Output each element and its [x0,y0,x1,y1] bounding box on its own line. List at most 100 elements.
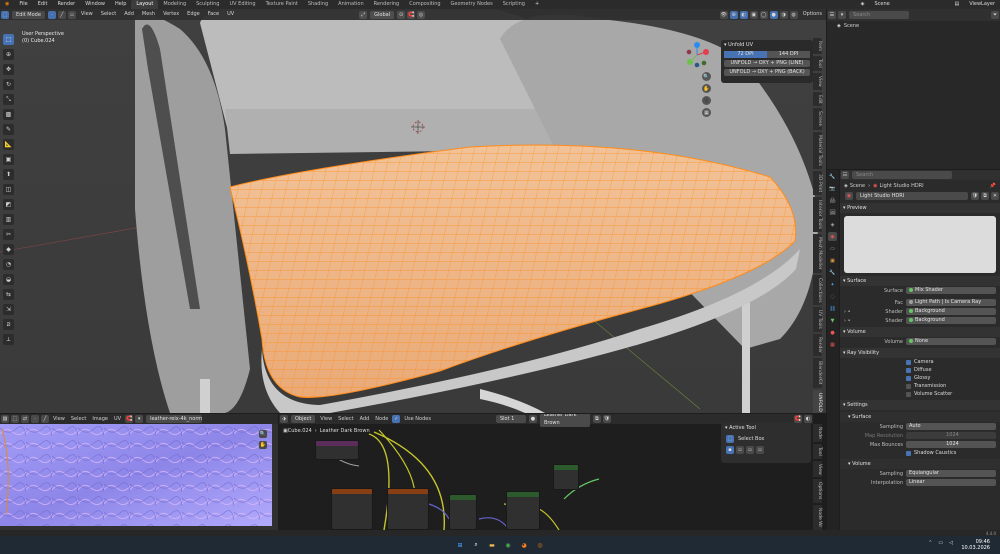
xray-toggle-icon[interactable]: ▣ [749,10,758,19]
tool-properties-icon[interactable]: 🔧 [828,172,837,181]
viewlayer-selector[interactable]: ViewLayer [964,0,1000,9]
visibility-icon[interactable]: 👁 [719,10,728,19]
tab-uv-tools[interactable]: UV Tools [813,307,822,333]
rotate-tool-icon[interactable]: ↻ [3,79,14,90]
editor-type-3d-icon[interactable]: ⬚ [1,10,9,19]
shear-tool-icon[interactable]: ⧄ [3,319,14,330]
shading-rendered-icon[interactable]: ◍ [789,10,798,19]
add-cube-tool-icon[interactable]: ▣ [3,154,14,165]
transform-tool-icon[interactable]: ▩ [3,109,14,120]
output-properties-icon[interactable]: 🖨 [828,196,837,205]
3d-viewport[interactable]: ⬚ Edit Mode · ╱ ▫ View Select Add Mesh V… [0,9,826,413]
physics-properties-icon[interactable]: ◌ [828,292,837,301]
material-browse-icon[interactable]: ● [528,415,537,423]
workspace-tab-scripting[interactable]: Scripting [498,0,530,9]
settings-surface-subpanel[interactable]: ▾ Surface [840,412,1000,422]
proportional-edit-icon[interactable]: ◎ [417,10,426,19]
node-menu-select[interactable]: Select [335,414,356,424]
node-tab-options[interactable]: Options [813,479,822,503]
move-tool-icon[interactable]: ✥ [3,64,14,75]
edge-slide-tool-icon[interactable]: ⇆ [3,289,14,300]
workspace-tab-modeling[interactable]: Modeling [158,0,191,9]
settings-panel-header[interactable]: ▾ Settings [840,400,1000,410]
start-menu-icon[interactable]: ⊞ [455,540,465,550]
node-tab-tool[interactable]: Tool [813,443,822,459]
menu-file[interactable]: File [14,0,32,9]
editor-type-properties-icon[interactable]: ☷ [841,171,849,179]
image-editor[interactable]: ▨ ⬚ ⇄ · ╱ View Select Image UV 🧲 ▾ leath… [0,414,278,530]
editor-type-image-icon[interactable]: ▨ [1,415,9,423]
blender-logo-icon[interactable]: ◉ [0,0,14,9]
workspace-tab-shading[interactable]: Shading [303,0,333,9]
tab-material-tools[interactable]: Material Tools [813,131,822,169]
dpi-144-option[interactable]: 144 DPI [767,51,810,58]
menu-window[interactable]: Window [80,0,110,9]
image-menu-image[interactable]: Image [89,414,111,424]
workspace-tab-rendering[interactable]: Rendering [369,0,405,9]
view-layer-properties-icon[interactable]: 🖼 [828,208,837,217]
image-browse-icon[interactable]: ▾ [135,415,144,423]
constraint-properties-icon[interactable]: ⛓ [828,304,837,313]
breadcrumb-world[interactable]: Light Studio HDRI [879,183,923,189]
world-fake-user-icon[interactable]: 🛡 [971,192,979,200]
tab-unfold[interactable]: UNFOLD [813,389,822,413]
render-properties-icon[interactable]: 📷 [828,184,837,193]
annotate-tool-icon[interactable]: ✎ [3,124,14,135]
surface-panel-header[interactable]: ▾ Surface [840,276,1000,286]
tab-edit[interactable]: Edit [813,91,822,107]
normal-map-node[interactable] [449,494,477,530]
transform-orientation-selector[interactable]: Global [370,10,395,19]
ray-transmission-checkbox[interactable]: Transmission [840,382,1000,390]
shading-solid-icon[interactable]: ● [769,10,778,19]
uv-sync-icon[interactable]: ⇄ [21,415,29,423]
outliner-item-scene[interactable]: ◈ Scene [827,21,1000,30]
viewport-menu-select[interactable]: Select [97,9,120,20]
material-slot-selector[interactable]: Slot 1 [495,415,526,423]
inset-tool-icon[interactable]: ◫ [3,184,14,195]
workspace-tab-uv-editing[interactable]: UV Editing [224,0,260,9]
pan-hand-icon[interactable]: ✋ [702,84,711,93]
editor-type-outliner-icon[interactable]: ☰ [828,11,836,19]
world-name-field[interactable]: Light Studio HDRI [856,192,968,200]
menu-edit[interactable]: Edit [33,0,53,9]
perspective-toggle-icon[interactable]: ▦ [702,108,711,117]
mode-invert-icon[interactable]: ▫ [756,446,764,454]
taskbar-search-icon[interactable]: ⌕ [471,540,481,550]
world-properties-icon[interactable]: ◉ [828,232,837,241]
uv-edge-icon[interactable]: ╱ [41,415,49,423]
image-texture-node-2[interactable] [387,488,429,530]
shrink-tool-icon[interactable]: ⇲ [3,304,14,315]
select-box-icon[interactable]: ⬚ [726,435,734,443]
tab-collections[interactable]: Collections [813,274,822,306]
image-menu-view[interactable]: View [50,414,68,424]
extrude-tool-icon[interactable]: ⬆ [3,169,14,180]
tab-tool[interactable]: Tool [813,56,822,71]
tab-blenderkit[interactable]: BlenderKit [813,358,822,388]
mode-extend-icon[interactable]: ▫ [736,446,744,454]
navigation-gizmo[interactable] [684,42,710,68]
shader2-expand-icon[interactable]: › • [840,318,851,324]
image-zoom-icon[interactable]: 🔍 [259,430,267,438]
use-nodes-checkbox[interactable]: ✓ [392,415,401,423]
shader-type-selector[interactable]: Object [291,415,316,423]
collection-properties-icon[interactable]: ▭ [828,244,837,253]
workspace-tab-geometry-nodes[interactable]: Geometry Nodes [446,0,498,9]
menu-render[interactable]: Render [52,0,80,9]
pin-icon[interactable]: 📌 [990,183,996,189]
snap-icon[interactable]: 🧲 [407,10,416,19]
volume-field[interactable]: None [906,338,996,345]
viewport-menu-edge[interactable]: Edge [183,9,204,20]
world-copy-icon[interactable]: ⧉ [981,192,989,200]
scene-properties-icon[interactable]: ◈ [828,220,837,229]
poly-build-tool-icon[interactable]: ◆ [3,244,14,255]
world-unlink-icon[interactable]: ✕ [991,192,999,200]
image-menu-select[interactable]: Select [68,414,89,424]
smooth-tool-icon[interactable]: ◒ [3,274,14,285]
volume-icon[interactable]: ◁ [949,540,953,546]
gizmo-toggle-icon[interactable]: ⊕ [729,10,738,19]
preview-panel-header[interactable]: ▾ Preview [840,203,1000,213]
display-mode-icon[interactable]: ▾ [838,11,846,19]
tab-screen[interactable]: Screen [813,108,822,130]
particle-properties-icon[interactable]: ✦ [828,280,837,289]
tray-chevron-icon[interactable]: ⌃ [928,540,932,546]
